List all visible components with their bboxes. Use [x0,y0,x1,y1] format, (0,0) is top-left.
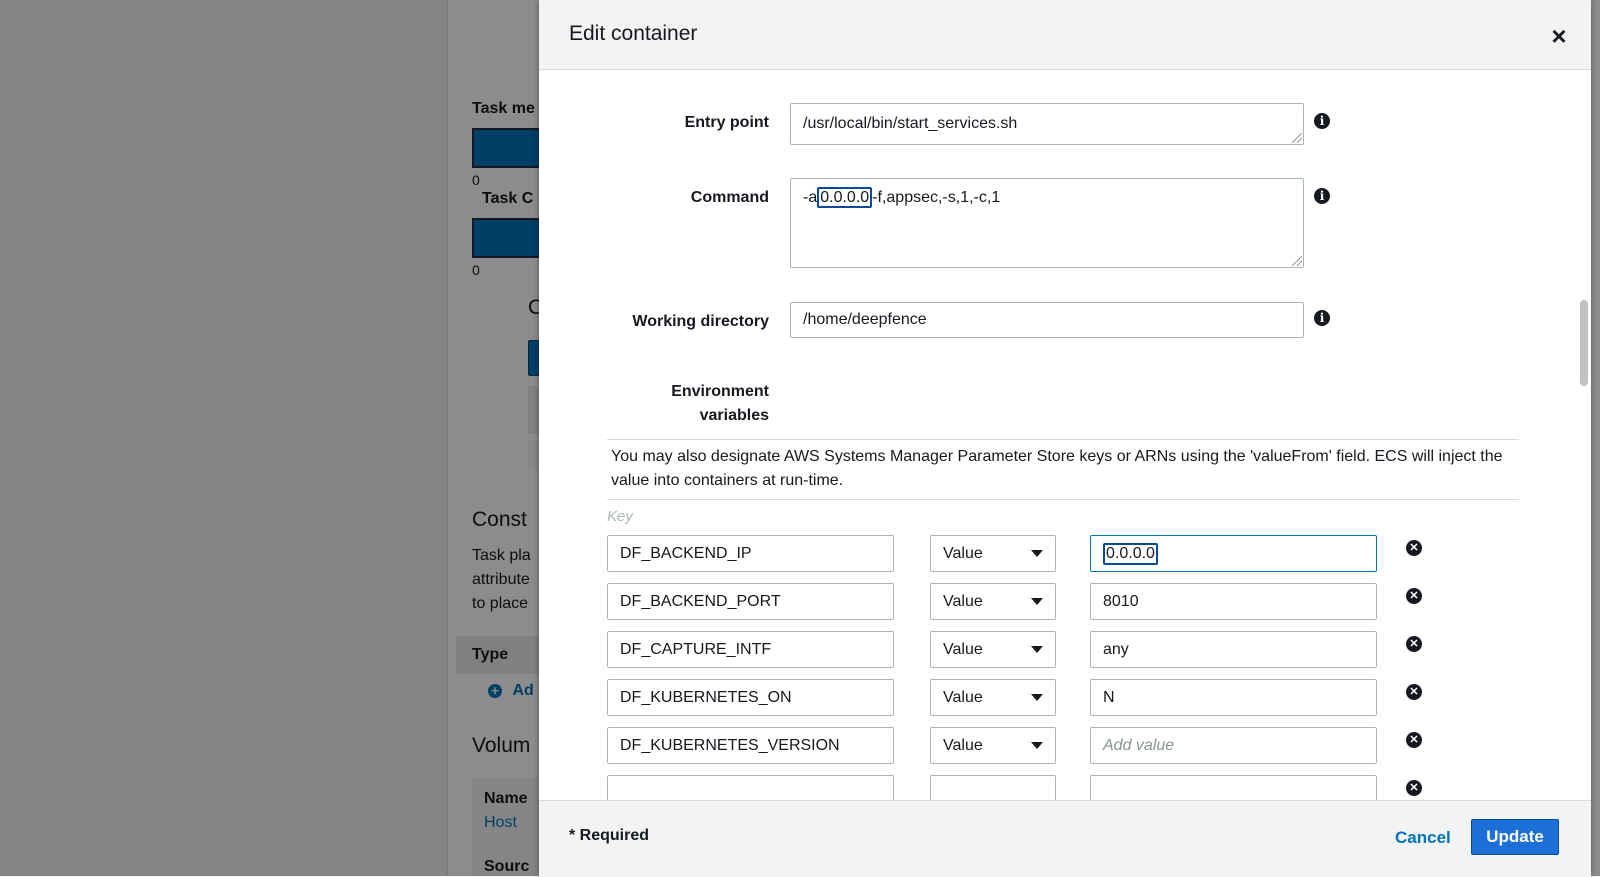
env-key-text: DF_BACKEND_IP [620,544,752,562]
chevron-down-icon [1031,694,1043,701]
entry-point-label: Entry point [684,114,769,131]
env-key-input[interactable]: DF_KUBERNETES_ON [607,679,894,716]
entry-point-value: /usr/local/bin/start_services.sh [803,115,1018,132]
env-value-input[interactable]: Add value [1090,727,1377,764]
modal-header: Edit container × [539,0,1591,70]
command-info-icon[interactable]: i [1314,188,1330,204]
environment-label-line1: Environment [671,383,769,400]
command-field[interactable]: -a 0.0.0.0 -f,appsec,-s,1,-c,1 [790,178,1304,268]
edit-container-modal: Edit container × Entry point /usr/local/… [539,0,1591,877]
env-value-text: 0.0.0.0 [1103,542,1158,565]
required-note: * Required [569,827,650,844]
chevron-down-icon [1031,742,1043,749]
remove-icon[interactable]: ✕ [1406,780,1422,796]
chevron-down-icon [1031,550,1043,557]
env-value-text: 8010 [1103,592,1139,610]
env-key-text: DF_KUBERNETES_ON [620,688,792,706]
remove-icon[interactable]: ✕ [1406,588,1422,604]
env-key-input[interactable]: DF_KUBERNETES_VERSION [607,727,894,764]
env-type-select[interactable]: Value [930,679,1056,716]
env-type-select[interactable]: Value [930,583,1056,620]
modal-scrollbar[interactable] [1577,70,1589,800]
env-value-input[interactable] [1090,775,1377,800]
env-value-input[interactable]: 0.0.0.0 [1090,535,1377,572]
update-button[interactable]: Update [1471,819,1559,855]
modal-title: Edit container [569,22,698,45]
command-value-suffix: -f,appsec,-s,1,-c,1 [872,189,1001,206]
remove-icon[interactable]: ✕ [1406,684,1422,700]
env-note: You may also designate AWS Systems Manag… [611,448,1503,489]
env-type-select[interactable]: Value [930,631,1056,668]
env-key-input[interactable] [607,775,894,800]
env-key-text: DF_KUBERNETES_VERSION [620,736,840,754]
env-divider-top [607,439,1519,440]
working-directory-field[interactable]: /home/deepfence [790,302,1304,338]
resize-grip-icon[interactable] [1292,256,1302,266]
env-type-text: Value [943,640,983,658]
remove-icon[interactable]: ✕ [1406,732,1422,748]
remove-icon[interactable]: ✕ [1406,636,1422,652]
env-value-placeholder: Add value [1103,736,1175,754]
env-value-input[interactable]: N [1090,679,1377,716]
command-value: -a 0.0.0.0 -f,appsec,-s,1,-c,1 [803,187,1001,208]
working-directory-label: Working directory [632,313,769,330]
env-value-text: any [1103,640,1129,658]
chevron-down-icon [1031,646,1043,653]
env-divider-bottom [607,499,1519,500]
env-key-text: DF_CAPTURE_INTF [620,640,772,658]
modal-footer: * Required Cancel Update [539,800,1591,877]
working-directory-info-icon[interactable]: i [1314,310,1330,326]
command-selected-text: 0.0.0.0 [817,187,873,208]
entry-point-info-icon[interactable]: i [1314,113,1330,129]
env-key-input[interactable]: DF_CAPTURE_INTF [607,631,894,668]
resize-grip-icon[interactable] [1292,133,1302,143]
env-type-text: Value [943,544,983,562]
cancel-button[interactable]: Cancel [1395,828,1451,848]
key-column-header: Key [607,508,633,525]
env-type-text: Value [943,736,983,754]
env-value-input[interactable]: 8010 [1090,583,1377,620]
env-key-input[interactable]: DF_BACKEND_IP [607,535,894,572]
env-type-select[interactable]: Value [930,727,1056,764]
env-value-input[interactable]: any [1090,631,1377,668]
env-type-text: Value [943,592,983,610]
close-icon[interactable]: × [1547,23,1571,49]
env-value-text: N [1103,688,1115,706]
modal-body[interactable]: Entry point /usr/local/bin/start_service… [539,70,1573,800]
remove-icon[interactable]: ✕ [1406,540,1422,556]
scrollbar-thumb[interactable] [1580,300,1588,386]
environment-label-line2: variables [699,407,769,424]
entry-point-field[interactable]: /usr/local/bin/start_services.sh [790,103,1304,145]
env-key-input[interactable]: DF_BACKEND_PORT [607,583,894,620]
command-value-prefix: -a [803,189,818,206]
chevron-down-icon [1031,598,1043,605]
env-type-select[interactable] [930,775,1056,800]
command-label: Command [690,189,769,206]
env-type-text: Value [943,688,983,706]
env-type-select[interactable]: Value [930,535,1056,572]
working-directory-value: /home/deepfence [803,311,927,328]
env-key-text: DF_BACKEND_PORT [620,592,781,610]
